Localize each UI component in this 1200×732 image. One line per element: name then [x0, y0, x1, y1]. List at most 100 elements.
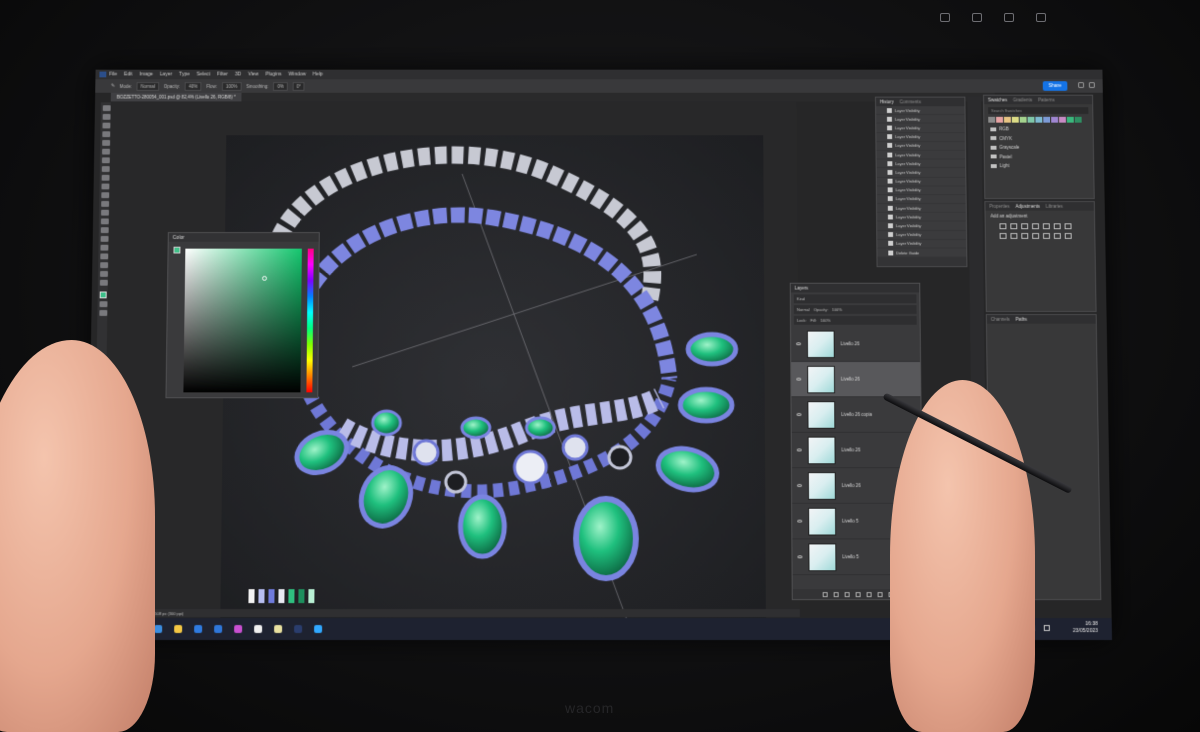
photo-filter-icon[interactable] [1010, 233, 1018, 239]
history-item[interactable]: Layer Visibility [876, 168, 966, 178]
taskbar-app-icon[interactable] [294, 625, 303, 634]
blur-tool-icon[interactable] [101, 209, 110, 216]
visibility-eye-icon[interactable] [796, 484, 802, 487]
threshold-icon[interactable] [1064, 233, 1072, 239]
color-lookup-icon[interactable] [1032, 233, 1040, 239]
mode-select[interactable]: Normal [136, 81, 160, 91]
layer-kind-select[interactable]: Kind [797, 296, 805, 301]
exposure-icon[interactable] [1032, 223, 1039, 230]
smoothing-field[interactable]: 0% [273, 81, 288, 91]
magic-wand-tool-icon[interactable] [102, 131, 111, 138]
new-layer-icon[interactable] [877, 591, 883, 597]
menu-file[interactable]: File [109, 72, 117, 78]
layer-row[interactable]: Livello 26 [791, 361, 921, 398]
history-item[interactable]: Layer Visibility [876, 177, 966, 187]
vibrance-icon[interactable] [1042, 223, 1050, 230]
layer-opacity-field[interactable]: 100% [832, 307, 842, 312]
menu-filter[interactable]: Filter [217, 72, 228, 78]
visibility-eye-icon[interactable] [796, 448, 802, 452]
swatch-color[interactable] [1003, 116, 1011, 123]
menu-plugins[interactable]: Plugins [265, 72, 281, 78]
visibility-eye-icon[interactable] [796, 413, 802, 416]
swatch-folder[interactable]: Grayscale [985, 143, 1093, 152]
history-item[interactable]: Layer Visibility [876, 141, 966, 151]
visibility-eye-icon[interactable] [796, 342, 802, 346]
new-group-icon[interactable] [866, 591, 872, 597]
swatch-color[interactable] [1035, 116, 1043, 123]
menu-type[interactable]: Type [179, 72, 190, 78]
hue-saturation-icon[interactable] [1053, 223, 1061, 230]
swatch-search-input[interactable]: Search Swatches [988, 107, 1089, 114]
swatch-color[interactable] [1019, 116, 1027, 123]
marquee-tool-icon[interactable] [102, 113, 111, 120]
menu-3d[interactable]: 3D [235, 72, 241, 78]
gradient-tool-icon[interactable] [101, 201, 110, 207]
type-tool-icon[interactable] [100, 235, 109, 242]
bezel-button-icon[interactable] [972, 13, 982, 22]
link-layers-icon[interactable] [822, 591, 828, 597]
history-item[interactable]: Layer Visibility [876, 186, 966, 196]
taskbar-app-icon[interactable] [154, 625, 163, 634]
history-item[interactable]: Layer Visibility [876, 203, 966, 213]
menu-edit[interactable]: Edit [124, 72, 133, 78]
crop-tool-icon[interactable] [102, 140, 111, 146]
fill-field[interactable]: 100% [820, 318, 830, 323]
eraser-tool-icon[interactable] [101, 192, 110, 199]
history-item[interactable]: Layer Visibility [876, 150, 966, 160]
tab-paths[interactable]: Paths [1016, 317, 1027, 322]
document-tab[interactable]: BOZZETTO-280054_001.psd @ 82,4% (Livello… [110, 92, 242, 102]
clock[interactable]: 16:38 23/05/2023 [1073, 621, 1098, 635]
swatch-color[interactable] [1043, 116, 1051, 123]
brightness-icon[interactable] [999, 223, 1007, 230]
color-picker-field[interactable] [183, 248, 302, 393]
adjustment-layer-icon[interactable] [855, 591, 861, 597]
color-picker-cursor[interactable] [262, 275, 268, 281]
tab-libraries[interactable]: Libraries [1046, 204, 1063, 209]
menu-window[interactable]: Window [288, 72, 306, 78]
curves-icon[interactable] [1021, 223, 1029, 230]
tab-comments[interactable]: Comments [900, 99, 921, 104]
menu-view[interactable]: View [248, 72, 259, 78]
swatch-folder[interactable]: CMYK [984, 134, 1092, 143]
zoom-tool-icon[interactable] [100, 271, 109, 277]
hue-slider[interactable] [306, 248, 314, 393]
history-item[interactable]: Layer Visibility [876, 106, 965, 116]
brush-tool-icon[interactable] [101, 166, 110, 172]
layer-row[interactable]: Livello 26 [791, 326, 921, 362]
tab-channels[interactable]: Channels [991, 317, 1010, 322]
angle-field[interactable]: 0° [292, 81, 305, 91]
history-item[interactable]: Layer Visibility [876, 115, 965, 124]
posterize-icon[interactable] [1053, 233, 1061, 239]
dodge-tool-icon[interactable] [100, 218, 109, 225]
bezel-button-icon[interactable] [1004, 13, 1014, 22]
swatch-color[interactable] [1011, 116, 1019, 123]
taskbar-app-icon[interactable] [214, 625, 223, 634]
swatch-color[interactable] [1066, 116, 1074, 123]
swatch-color[interactable] [1058, 116, 1066, 123]
swatch-folder[interactable]: RGB [984, 125, 1092, 134]
taskbar-app-icon[interactable] [194, 625, 203, 634]
taskbar-app-icon[interactable] [174, 625, 183, 634]
history-item[interactable]: Layer Visibility [876, 159, 966, 169]
taskbar-app-icon[interactable] [314, 625, 323, 634]
path-select-tool-icon[interactable] [100, 244, 109, 251]
history-item[interactable]: Layer Visibility [877, 221, 967, 231]
history-item[interactable]: Layer Visibility [877, 239, 967, 249]
tab-swatches[interactable]: Swatches [988, 98, 1007, 103]
history-item[interactable]: Delete Guide [877, 248, 967, 258]
add-mask-icon[interactable] [844, 591, 850, 597]
history-item[interactable]: Layer Visibility [876, 123, 965, 133]
menu-help[interactable]: Help [313, 72, 323, 78]
levels-icon[interactable] [1010, 223, 1018, 230]
tab-adjustments[interactable]: Adjustments [1015, 204, 1039, 209]
eyedropper-tool-icon[interactable] [102, 148, 110, 155]
stamp-tool-icon[interactable] [101, 174, 110, 181]
screen-mode-icon[interactable] [99, 310, 108, 316]
move-tool-icon[interactable] [102, 105, 111, 112]
black-white-icon[interactable] [999, 233, 1007, 239]
swatch-color[interactable] [1027, 116, 1035, 123]
blend-mode-select[interactable]: Normal [797, 307, 810, 312]
quick-mask-icon[interactable] [99, 301, 108, 308]
tab-history[interactable]: History [880, 99, 894, 104]
bezel-button-icon[interactable] [1036, 13, 1046, 22]
